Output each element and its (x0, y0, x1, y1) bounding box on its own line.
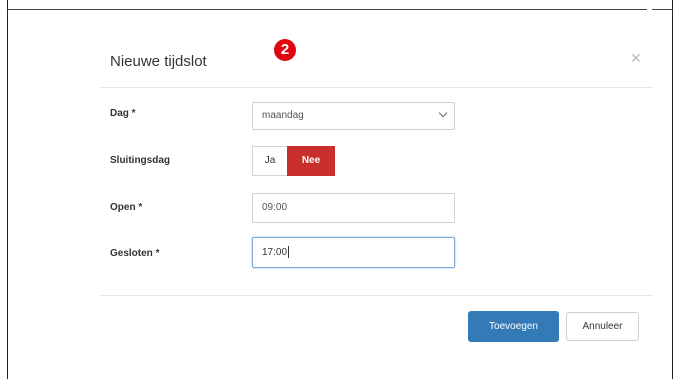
closing-day-no-button[interactable]: Nee (287, 146, 335, 176)
frame-top-border (7, 9, 647, 10)
open-time-input[interactable]: 09:00 (252, 193, 455, 223)
text-cursor (288, 246, 290, 259)
open-time-value: 09:00 (262, 202, 288, 213)
day-select[interactable]: maandag (252, 102, 455, 130)
footer-divider (100, 295, 653, 296)
open-label: Open * (110, 202, 143, 213)
new-timeslot-modal: Nieuwe tijdslot 2 ✕ Dag * maandag Sluiti… (100, 30, 653, 358)
frame-right-border (672, 0, 673, 379)
step-number-badge: 2 (274, 39, 296, 61)
day-label: Dag * (110, 108, 136, 119)
day-select-value: maandag (262, 110, 304, 121)
header-divider (100, 87, 653, 88)
closed-time-value: 17:00 (262, 247, 288, 258)
modal-title: Nieuwe tijdslot (110, 53, 207, 70)
add-button[interactable]: Toevoegen (468, 311, 559, 342)
close-icon[interactable]: ✕ (630, 50, 642, 67)
cancel-button[interactable]: Annuleer (566, 312, 639, 341)
chevron-down-icon (438, 108, 448, 118)
closed-label: Gesloten * (110, 248, 160, 259)
closing-day-yes-button[interactable]: Ja (252, 146, 287, 176)
closed-time-input[interactable]: 17:00 (252, 237, 455, 268)
frame-top-border-right (652, 9, 673, 10)
closing-day-label: Sluitingsdag (110, 155, 170, 166)
frame-left-border (7, 0, 8, 379)
